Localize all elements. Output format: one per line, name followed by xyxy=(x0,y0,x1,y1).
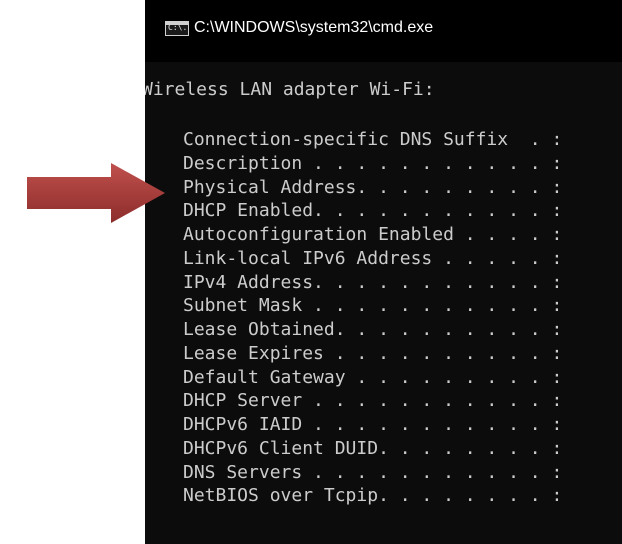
entry-dhcpv6-iaid: DHCPv6 IAID . . . . . . . . . . . : xyxy=(183,414,563,435)
entry-link-local-ipv6: Link-local IPv6 Address . . . . . : xyxy=(183,247,563,269)
entry-connection-dns-suffix: Connection-specific DNS Suffix . : xyxy=(183,129,563,150)
screenshot-stage: C:\. C:\WINDOWS\system32\cmd.exe Wireles… xyxy=(0,0,622,544)
window-title-bar[interactable]: C:\. C:\WINDOWS\system32\cmd.exe xyxy=(145,0,622,62)
entry-lease-obtained: Lease Obtained. . . . . . . . . . : xyxy=(183,319,563,340)
ipconfig-entries: Connection-specific DNS Suffix . : Descr… xyxy=(183,128,562,508)
entry-description: Description . . . . . . . . . . . : xyxy=(183,152,563,174)
arrow-right-icon xyxy=(27,163,165,223)
adapter-heading: Wireless LAN adapter Wi-Fi: xyxy=(145,79,435,100)
arrow-shape xyxy=(27,163,165,223)
entry-physical-address: Physical Address. . . . . . . . . : xyxy=(183,176,563,198)
entry-dhcp-enabled: DHCP Enabled. . . . . . . . . . . : xyxy=(183,200,563,222)
entry-default-gateway: Default Gateway . . . . . . . . . : xyxy=(183,366,563,388)
entry-dns-servers: DNS Servers . . . . . . . . . . . : xyxy=(183,461,563,483)
entry-ipv4-address: IPv4 Address. . . . . . . . . . . : xyxy=(183,271,563,293)
entry-lease-expires: Lease Expires . . . . . . . . . . : xyxy=(183,342,563,364)
cmd-icon-label: C:\. xyxy=(168,23,188,32)
entry-dhcpv6-client-duid: DHCPv6 Client DUID. . . . . . . . : xyxy=(183,437,563,459)
window-title: C:\WINDOWS\system32\cmd.exe xyxy=(194,19,434,36)
entry-subnet-mask: Subnet Mask . . . . . . . . . . . : xyxy=(183,295,563,317)
cmd-window: C:\. C:\WINDOWS\system32\cmd.exe Wireles… xyxy=(145,0,622,544)
entry-autoconfiguration-enabled: Autoconfiguration Enabled . . . . : xyxy=(183,224,563,245)
cmd-icon: C:\. xyxy=(165,21,189,36)
console-output[interactable]: Wireless LAN adapter Wi-Fi: Connection-s… xyxy=(145,62,622,544)
entry-netbios-over-tcpip: NetBIOS over Tcpip. . . . . . . . : xyxy=(183,485,563,507)
entry-dhcp-server: DHCP Server . . . . . . . . . . . : xyxy=(183,390,563,412)
